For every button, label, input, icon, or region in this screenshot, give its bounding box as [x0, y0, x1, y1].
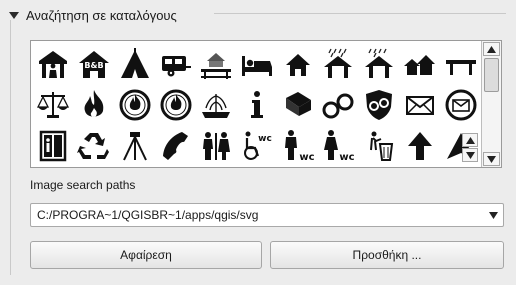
arrow-up-icon[interactable] — [400, 126, 441, 167]
scroll-down-button[interactable] — [483, 152, 500, 166]
recycling-icon[interactable] — [74, 126, 115, 167]
icon-grid-scrollbar[interactable] — [481, 41, 501, 167]
add-path-button[interactable]: Προσθήκη ... — [270, 241, 504, 269]
chevron-down-icon — [487, 155, 496, 163]
telephone-icon[interactable] — [155, 126, 196, 167]
image-search-paths-label: Image search paths — [30, 178, 136, 192]
men-wc-icon[interactable]: wc — [277, 126, 318, 167]
survey-point-icon[interactable] — [114, 126, 155, 167]
group-header[interactable]: Αναζήτηση σε καταλόγους — [8, 6, 177, 24]
police-icon[interactable] — [359, 84, 400, 125]
bench-icon[interactable] — [440, 43, 481, 84]
court-scales-icon[interactable] — [33, 84, 74, 125]
fire-icon[interactable] — [74, 84, 115, 125]
grid-step-down-button[interactable] — [462, 148, 478, 162]
women-wc-icon[interactable]: wc — [318, 126, 359, 167]
post-office-icon[interactable] — [440, 84, 481, 125]
fire-brigade-icon[interactable] — [155, 84, 196, 125]
grid-step-up-button[interactable] — [462, 133, 478, 147]
information-icon[interactable] — [237, 84, 278, 125]
tourist-info-icon[interactable] — [33, 43, 74, 84]
toilets-icon[interactable] — [196, 126, 237, 167]
svg-text:wc: wc — [340, 152, 355, 163]
svg-icon-grid[interactable]: B&B wc wc wc — [30, 40, 502, 168]
selected-path-value: C:/PROGRA~1/QGISBR~1/apps/qgis/svg — [37, 208, 259, 222]
group-title: Αναζήτηση σε καταλόγους — [26, 7, 177, 23]
remove-path-button[interactable]: Αφαίρεση — [30, 241, 262, 269]
picnic-chalet-icon[interactable] — [196, 43, 237, 84]
paths-dropdown-button[interactable] — [483, 204, 503, 226]
settlement-icon[interactable] — [400, 43, 441, 84]
chevron-up-icon — [465, 136, 475, 144]
mail-icon[interactable] — [400, 84, 441, 125]
image-search-paths-combobox[interactable]: C:/PROGRA~1/QGISBR~1/apps/qgis/svg — [30, 203, 504, 227]
scrollbar-thumb[interactable] — [484, 58, 499, 92]
scroll-up-button[interactable] — [483, 42, 500, 56]
svg-text:wc: wc — [258, 134, 272, 144]
fountain-icon[interactable] — [196, 84, 237, 125]
chevron-up-icon — [487, 45, 496, 53]
group-left-border — [10, 20, 11, 275]
waste-basket-icon[interactable] — [359, 126, 400, 167]
caravan-park-icon[interactable] — [155, 43, 196, 84]
wheelchair-wc-icon[interactable]: wc — [237, 126, 278, 167]
chevron-down-icon — [465, 151, 475, 159]
group-divider — [214, 13, 506, 14]
house-icon[interactable] — [277, 43, 318, 84]
svg-text:B&B: B&B — [84, 61, 103, 70]
icon-grid: B&B wc wc wc — [33, 43, 481, 167]
camping-tent-icon[interactable] — [114, 43, 155, 84]
elevator-icon[interactable] — [33, 126, 74, 167]
library-book-icon[interactable] — [277, 84, 318, 125]
handcuffs-icon[interactable] — [318, 84, 359, 125]
hostel-bb-icon[interactable]: B&B — [74, 43, 115, 84]
shelter-rain-icon[interactable] — [318, 43, 359, 84]
svg-text:wc: wc — [299, 152, 314, 163]
hotel-bed-icon[interactable] — [237, 43, 278, 84]
chevron-down-icon — [488, 211, 498, 219]
fire-station-icon[interactable] — [114, 84, 155, 125]
shelter-icon[interactable] — [359, 43, 400, 84]
